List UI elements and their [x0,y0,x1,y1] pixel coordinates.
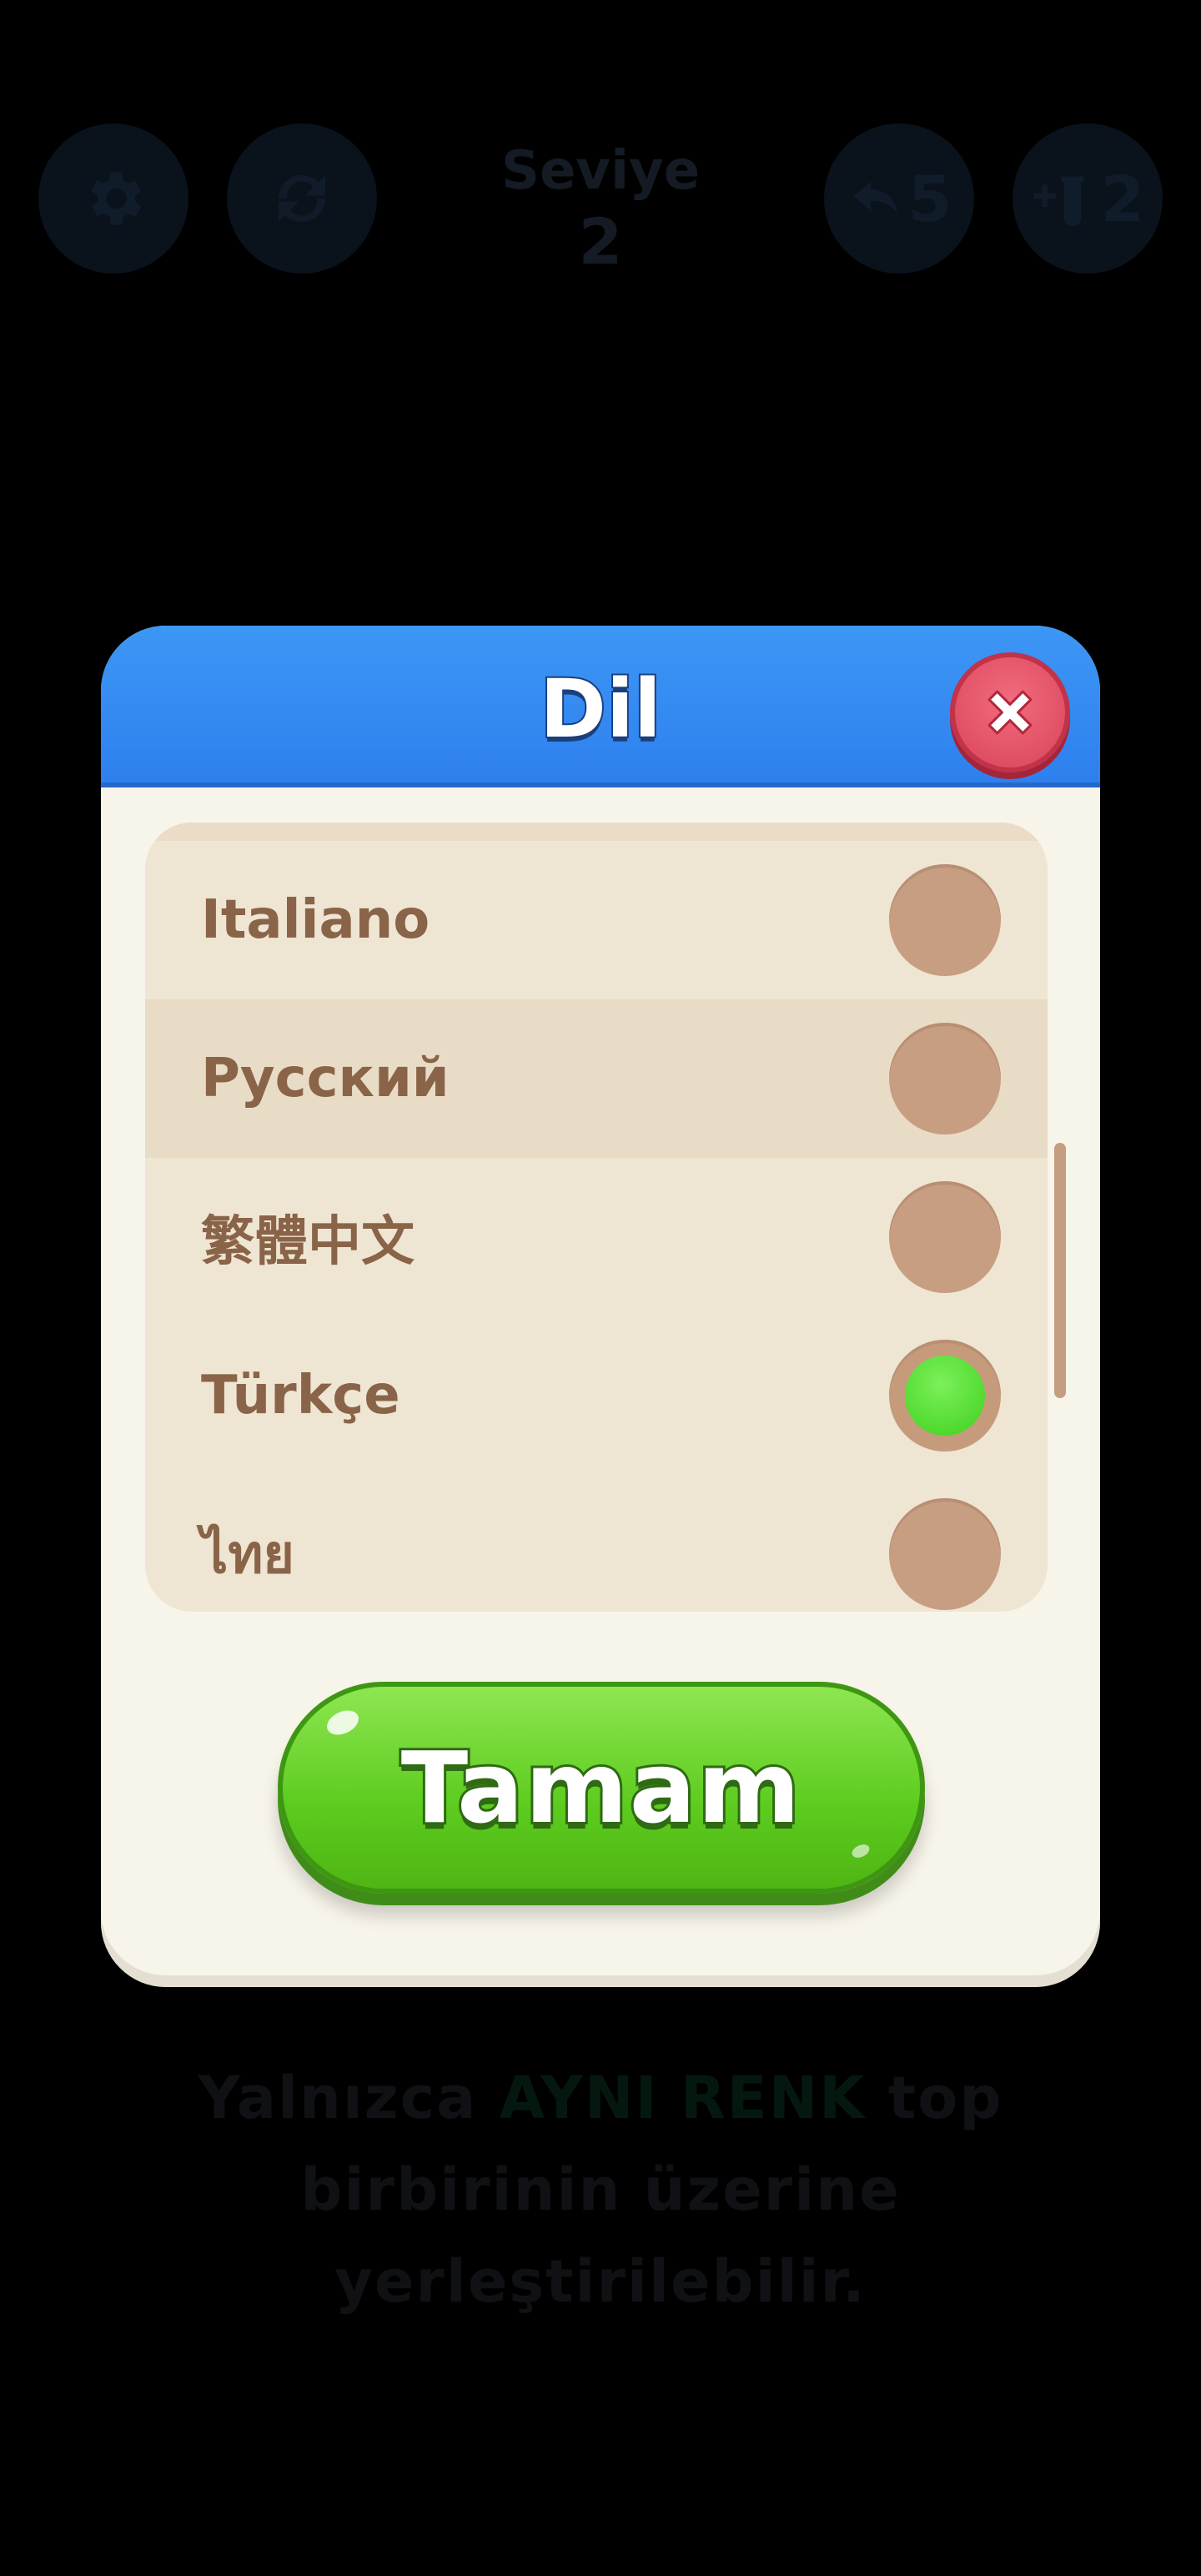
restart-icon [279,175,325,222]
radio-button-selected[interactable] [889,1340,1001,1452]
language-label: Italiano [201,889,430,951]
radio-button[interactable] [889,1498,1001,1610]
selected-dot [905,1356,985,1436]
undo-count: 5 [907,161,952,236]
hint-line-3: yerleştirilebilir. [334,2247,867,2316]
button-shine [323,1705,363,1740]
confirm-label: Tamam [399,1728,802,1848]
language-option-turkish[interactable]: Türkçe [145,1316,1048,1475]
restart-button[interactable] [227,123,377,274]
language-list[interactable]: Italiano Русский 繁體中文 Türkçe ไทย [145,823,1048,1612]
language-label: ไทย [201,1524,294,1586]
undo-button[interactable]: 5 [824,123,974,274]
gear-icon [91,172,142,225]
radio-button[interactable] [889,1023,1001,1135]
tube-plus-icon [1033,176,1083,227]
language-option-traditional-chinese[interactable]: 繁體中文 [145,1158,1048,1316]
language-label: Türkçe [201,1365,400,1426]
hint-prefix: Yalnızca [198,2064,500,2132]
hint-line-1: Yalnızca AYNI RENK top [100,2052,1101,2144]
hint-highlight: AYNI RENK [499,2064,867,2132]
undo-icon [853,181,897,214]
language-option-thai[interactable]: ไทย [145,1475,1048,1612]
language-label: 繁體中文 [201,1211,415,1273]
close-button[interactable] [950,652,1070,772]
button-shine [850,1842,872,1860]
language-label: Русский [201,1048,450,1109]
language-option-russian[interactable]: Русский [145,999,1048,1158]
level-label: Seviye [500,140,701,202]
settings-button[interactable] [38,123,188,274]
radio-button[interactable] [889,1181,1001,1293]
add-tube-count: 2 [1100,161,1145,236]
hint-text: Yalnızca AYNI RENK top birbirinin üzerin… [100,2052,1101,2327]
language-dialog: Dil Italiano Русский 繁體中文 Türkçe ไทย Tam… [101,626,1100,1987]
list-top-edge [145,823,1048,841]
add-tube-button[interactable]: 2 [1013,123,1163,274]
level-number: 2 [578,204,623,279]
hint-line-2: birbirinin üzerine [300,2156,901,2224]
confirm-button[interactable]: Tamam [278,1682,925,1894]
level-indicator: Seviye 2 [434,133,767,275]
close-icon [987,690,1033,735]
radio-button[interactable] [889,864,1001,976]
top-bar: Seviye 2 5 2 [0,0,1201,284]
hint-suffix: top [866,2064,1003,2132]
language-option-italiano[interactable]: Italiano [145,841,1048,999]
list-scrollbar[interactable] [1054,1143,1066,1398]
